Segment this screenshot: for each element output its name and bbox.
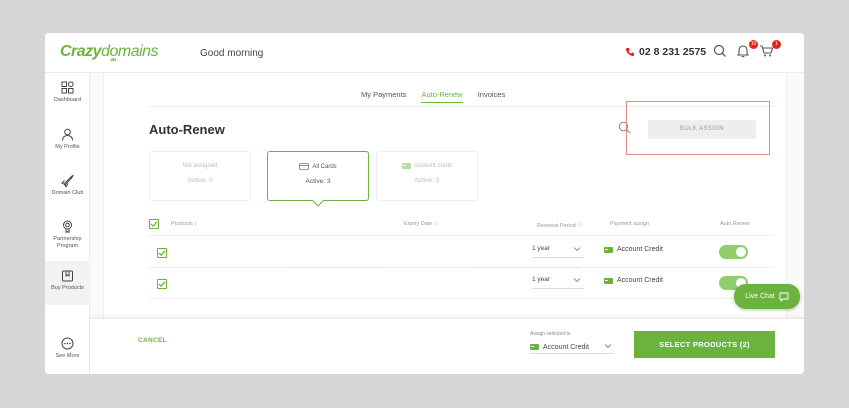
sidebar-label: Buy Products	[51, 285, 84, 291]
payment-value: Account Credit	[617, 246, 663, 253]
card-title: All Cards	[312, 163, 337, 170]
chevron-down-icon	[573, 278, 581, 283]
filter-card-account-credit[interactable]: Account credit Active: 2	[376, 151, 478, 201]
live-chat-button[interactable]: Live Chat	[734, 284, 800, 309]
card-value: Active: 0	[187, 177, 213, 184]
phone-number: 02 8 231 2575	[639, 46, 707, 58]
renewal-period-select[interactable]: 1 year	[532, 276, 584, 289]
row-divider-accent	[285, 267, 385, 268]
header: Crazydomains .au Good morning 02 8 231 2…	[45, 33, 804, 73]
credit-card-icon	[299, 163, 310, 170]
card-value: Active: 3	[305, 178, 331, 185]
page-title: Auto-Renew	[149, 122, 225, 137]
account-credit-icon	[604, 277, 613, 284]
sidebar-item-dashboard[interactable]: Dashboard	[45, 73, 90, 117]
assign-label: Assign selected to	[530, 331, 571, 337]
chat-bubble-icon	[779, 292, 789, 302]
select-all-checkbox[interactable]	[149, 219, 159, 229]
logo[interactable]: Crazydomains .au	[60, 43, 159, 63]
filter-card-all-cards[interactable]: All Cards Active: 3	[267, 151, 369, 207]
content-gutter	[90, 73, 104, 318]
phone-icon	[626, 48, 634, 56]
content-gutter-right	[786, 73, 804, 318]
payment-assign[interactable]: Account Credit	[604, 246, 663, 253]
filter-card-not-assigned[interactable]: Not assigned Active: 0	[149, 151, 251, 201]
sidebar-label: My Profile	[55, 144, 80, 150]
row-divider-accent	[470, 267, 580, 268]
sidebar-item-domain-club[interactable]: Domain Club	[45, 166, 90, 210]
sidebar-item-see-more[interactable]: See More	[45, 329, 90, 373]
more-icon	[61, 337, 74, 350]
row-divider	[149, 298, 774, 299]
card-title: Account credit	[413, 163, 453, 169]
col-header-renewal: Renewal Period ⓘ	[537, 223, 583, 229]
sidebar-label: Domain Club	[51, 190, 84, 196]
tab-auto-renew[interactable]: Auto-Renew	[421, 90, 463, 103]
rocket-icon	[61, 174, 74, 187]
chevron-down-icon	[573, 247, 581, 252]
card-notch	[312, 195, 324, 207]
greeting: Good morning	[200, 48, 264, 59]
tab-invoices[interactable]: Invoices	[478, 90, 506, 103]
sidebar-item-my-profile[interactable]: My Profile	[45, 120, 90, 164]
renewal-period-select[interactable]: 1 year	[532, 245, 584, 258]
notification-badge: 10	[749, 40, 758, 49]
sidebar-label: See More	[55, 353, 80, 359]
box-icon	[62, 270, 73, 282]
cancel-button[interactable]: CANCEL	[138, 337, 167, 344]
sidebar-item-buy-products[interactable]: Buy Products	[45, 261, 90, 305]
logo-main: Crazy	[60, 43, 102, 60]
renewal-value: 1 year	[532, 245, 551, 252]
live-chat-label: Live Chat	[745, 293, 775, 300]
app-window: Crazydomains .au Good morning 02 8 231 2…	[45, 33, 804, 374]
tab-my-payments[interactable]: My Payments	[361, 90, 406, 103]
cart-badge: 1	[772, 40, 781, 49]
cart-icon[interactable]: 1	[759, 40, 781, 62]
action-footer: CANCEL Assign selected to Account Credit…	[90, 318, 804, 374]
sidebar-label: Dashboard	[54, 97, 81, 103]
search-icon[interactable]	[713, 44, 731, 62]
col-header-payment: Payment assign	[610, 221, 650, 227]
notification-bell-icon[interactable]: 10	[736, 40, 758, 62]
col-header-expiry[interactable]: Expiry Date ↕	[404, 221, 437, 227]
account-credit-icon	[401, 163, 411, 169]
payment-value: Account Credit	[617, 277, 663, 284]
sidebar: Dashboard My Profile Domain Club Partner…	[45, 73, 90, 374]
sidebar-label: Partnership Program	[53, 236, 82, 249]
select-products-button[interactable]: SELECT PRODUCTS (2)	[634, 331, 775, 358]
account-credit-icon	[530, 344, 539, 350]
highlight-box	[626, 101, 770, 155]
payment-tabs: My Payments Auto-Renew Invoices	[361, 90, 505, 103]
header-divider	[149, 235, 774, 236]
account-credit-icon	[604, 246, 613, 253]
col-header-products[interactable]: Products ↕	[171, 221, 197, 227]
renewal-value: 1 year	[532, 276, 551, 283]
row-checkbox[interactable]	[157, 248, 167, 258]
dashboard-icon	[61, 81, 74, 94]
assign-value: Account Credit	[543, 343, 589, 351]
sidebar-item-partnership[interactable]: Partnership Program	[45, 212, 90, 256]
chevron-down-icon	[604, 344, 612, 349]
user-icon	[62, 128, 73, 141]
assign-select[interactable]: Account Credit	[530, 341, 614, 354]
card-title: Not assigned	[182, 163, 218, 169]
badge-icon	[63, 220, 72, 233]
card-value: Active: 2	[414, 177, 440, 184]
row-checkbox[interactable]	[157, 279, 167, 289]
payment-assign[interactable]: Account Credit	[604, 277, 663, 284]
phone-link[interactable]: 02 8 231 2575	[625, 46, 706, 58]
row-divider	[149, 267, 774, 268]
auto-renew-toggle[interactable]	[719, 245, 748, 259]
logo-region: .au	[110, 57, 116, 63]
col-header-auto-renew: Auto Renew	[720, 221, 750, 227]
